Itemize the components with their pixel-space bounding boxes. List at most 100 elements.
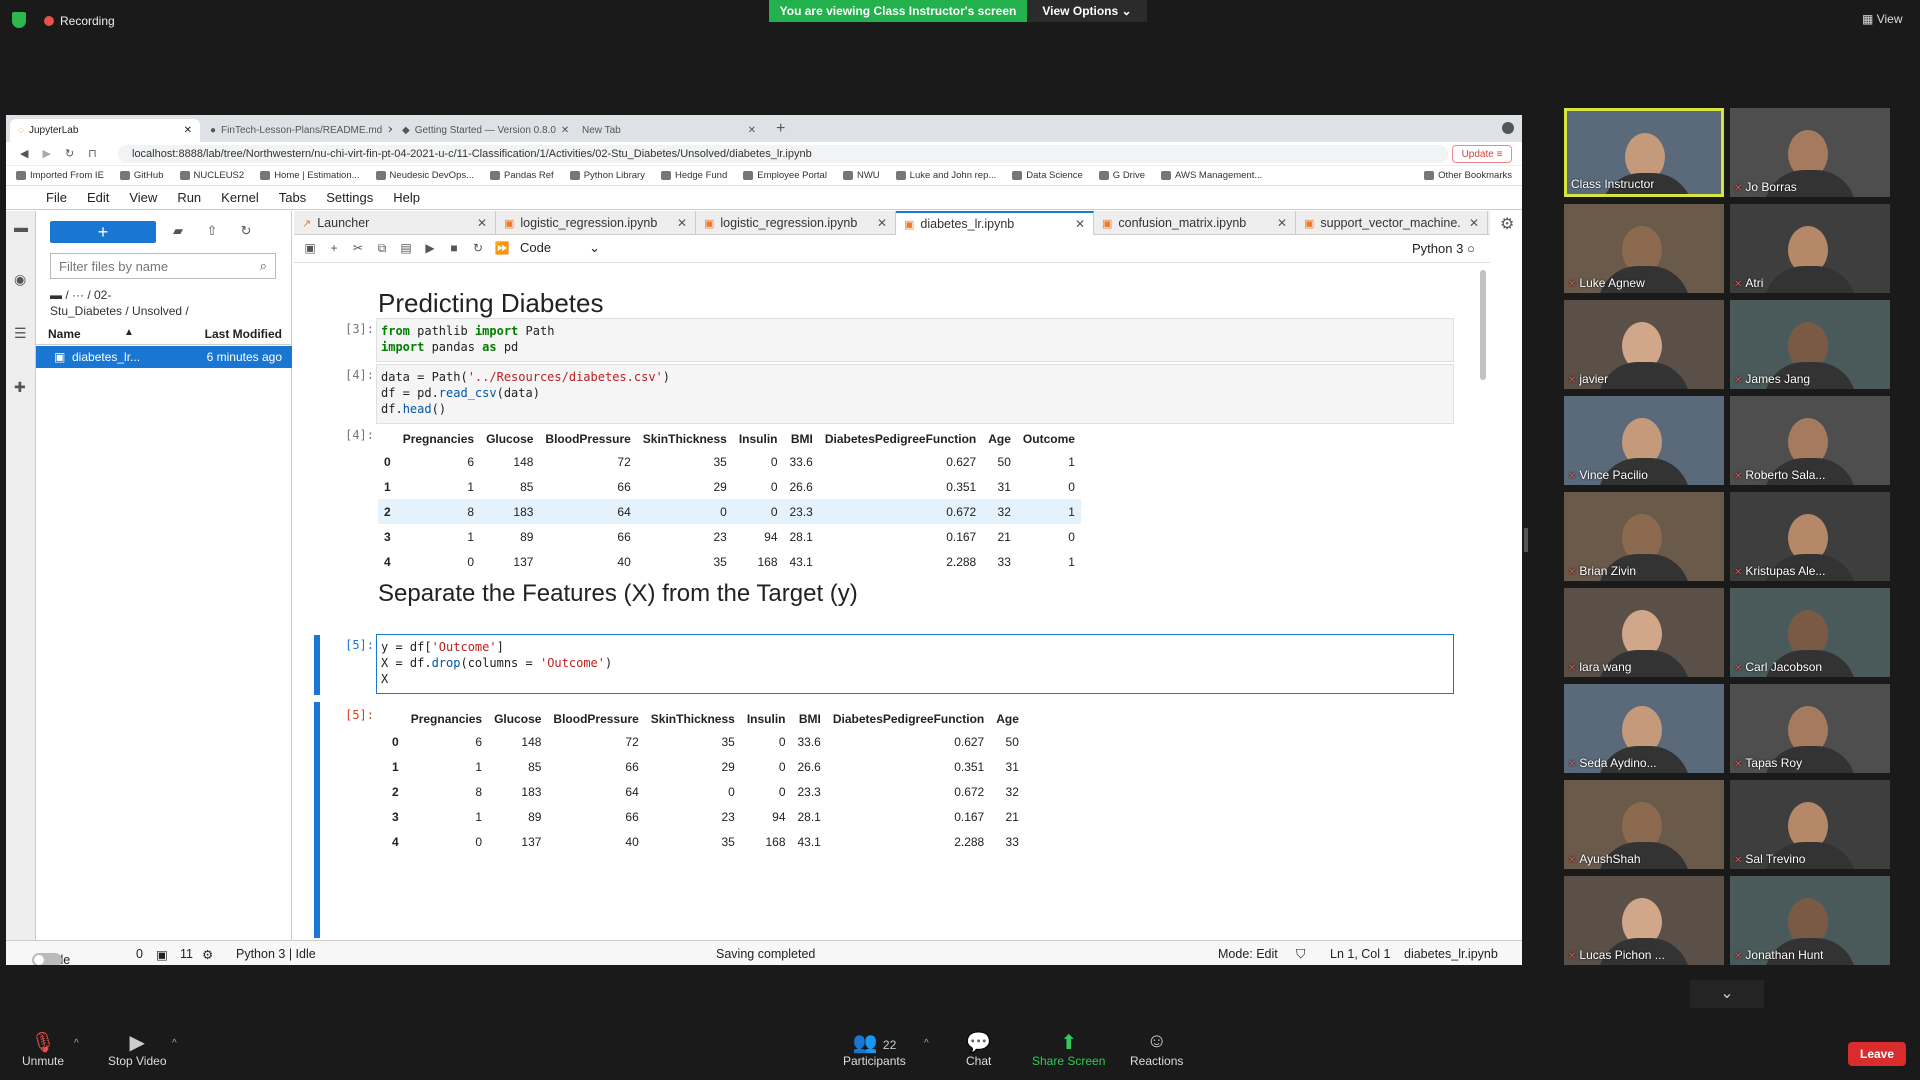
new-launcher-button[interactable]: + <box>50 221 156 243</box>
caret-up-icon[interactable]: ^ <box>924 1038 929 1049</box>
menu-edit[interactable]: Edit <box>87 190 109 205</box>
close-icon[interactable]: ✕ <box>387 125 392 136</box>
stop-icon[interactable]: ■ <box>446 241 462 257</box>
fast-forward-icon[interactable]: ⏩ <box>494 241 510 257</box>
bookmark-item[interactable]: NUCLEUS2 <box>179 170 244 181</box>
forward-icon[interactable]: ▶ <box>42 147 50 160</box>
settings-gear-icon[interactable]: ⚙ <box>1500 214 1514 234</box>
reactions-button[interactable]: ☺ Reactions <box>1130 1030 1183 1068</box>
browser-tab-new[interactable]: New Tab ✕ <box>574 119 764 142</box>
bookmark-item[interactable]: Home | Estimation... <box>260 170 360 181</box>
new-tab-plus-icon[interactable]: + <box>776 120 785 138</box>
paste-icon[interactable]: ▤ <box>398 241 414 257</box>
cut-icon[interactable]: ✂ <box>350 241 366 257</box>
close-icon[interactable]: ✕ <box>1277 216 1287 230</box>
participant-tile[interactable]: ✕ Lucas Pichon ... <box>1564 876 1724 965</box>
participant-tile[interactable]: ✕ Roberto Sala... <box>1730 396 1890 485</box>
copy-icon[interactable]: ⧉ <box>374 241 390 257</box>
bookmark-item[interactable]: AWS Management... <box>1161 170 1262 181</box>
participant-tile[interactable]: ✕ James Jang <box>1730 300 1890 389</box>
profile-icon[interactable] <box>1502 122 1514 134</box>
participant-tile[interactable]: ✕ lara wang <box>1564 588 1724 677</box>
participant-tile[interactable]: ✕ Jonathan Hunt <box>1730 876 1890 965</box>
bookmark-item[interactable]: NWU <box>842 170 880 181</box>
kernel-name[interactable]: Python 3 ○ <box>1412 241 1475 256</box>
upload-icon[interactable]: ⇧ <box>204 223 220 239</box>
notebook-tab[interactable]: ▣ confusion_matrix.ipynb ✕ <box>1094 211 1296 235</box>
toggle-switch[interactable] <box>32 953 62 965</box>
view-button[interactable]: ▦ View <box>1862 12 1902 26</box>
participant-tile[interactable]: ✕ Sal Trevino <box>1730 780 1890 869</box>
participant-tile[interactable]: ✕ javier <box>1564 300 1724 389</box>
notebook-tab[interactable]: ▣ diabetes_lr.ipynb ✕ <box>896 211 1094 235</box>
save-icon[interactable]: ▣ <box>302 241 318 257</box>
url-bar[interactable]: localhost:8888/lab/tree/Northwestern/nu-… <box>118 145 1448 163</box>
splitter-handle[interactable] <box>1524 528 1528 552</box>
menu-kernel[interactable]: Kernel <box>221 190 259 205</box>
participant-tile[interactable]: ✕ Jo Borras <box>1730 108 1890 197</box>
column-name[interactable]: Name <box>48 327 81 341</box>
menu-settings[interactable]: Settings <box>326 190 373 205</box>
menu-file[interactable]: File <box>46 190 67 205</box>
security-shield-icon[interactable] <box>12 12 26 28</box>
close-icon[interactable]: ✕ <box>477 216 487 230</box>
menu-view[interactable]: View <box>129 190 157 205</box>
bookmark-icon[interactable]: ⊓ <box>88 147 97 160</box>
close-icon[interactable]: ✕ <box>1469 216 1479 230</box>
menu-tabs[interactable]: Tabs <box>279 190 306 205</box>
bookmark-item[interactable]: Neudesic DevOps... <box>375 170 474 181</box>
participant-tile[interactable]: ✕ Seda Aydino... <box>1564 684 1724 773</box>
filter-files-input[interactable]: Filter files by name ⌕ <box>50 253 276 279</box>
chat-button[interactable]: 💬 Chat <box>966 1030 991 1068</box>
close-icon[interactable]: ✕ <box>748 125 756 136</box>
view-options-button[interactable]: View Options ⌄ <box>1027 0 1147 22</box>
caret-up-icon[interactable]: ^ <box>172 1038 177 1049</box>
unmute-button[interactable]: 🎙 Unmute <box>22 1030 64 1068</box>
cell-type-select[interactable]: Code ⌄ <box>520 240 600 255</box>
code-cell-5[interactable]: y = df['Outcome'] X = df.drop(columns = … <box>376 634 1454 694</box>
browser-tab-jupyterlab[interactable]: ◌ JupyterLab ✕ <box>10 119 200 142</box>
browser-tab-getting-started[interactable]: ◆ Getting Started — Version 0.8.0 ✕ <box>394 119 572 142</box>
code-cell-3[interactable]: from pathlib import Path import pandas a… <box>376 318 1454 362</box>
notebook-tab[interactable]: ↗ Launcher ✕ <box>294 211 496 235</box>
close-icon[interactable]: ✕ <box>184 125 192 136</box>
close-icon[interactable]: ✕ <box>561 125 569 136</box>
participant-tile[interactable]: ✕ AyushShah <box>1564 780 1724 869</box>
new-folder-icon[interactable]: ▰ <box>170 223 186 239</box>
folder-icon[interactable]: ▬ <box>14 219 30 235</box>
stop-video-button[interactable]: ▶ Stop Video <box>108 1030 167 1068</box>
participant-tile[interactable]: ✕ Brian Zivin <box>1564 492 1724 581</box>
browser-tab-github[interactable]: ● FinTech-Lesson-Plans/README.md ✕ <box>202 119 392 142</box>
close-icon[interactable]: ✕ <box>1075 217 1085 231</box>
close-icon[interactable]: ✕ <box>877 216 887 230</box>
participants-button[interactable]: 👥 22 Participants <box>843 1030 906 1068</box>
participant-tile[interactable]: Class Instructor <box>1564 108 1724 197</box>
participant-tile[interactable]: ✕ Atri <box>1730 204 1890 293</box>
bookmark-item[interactable]: Python Library <box>569 170 645 181</box>
participant-tile[interactable]: ✕ Kristupas Ale... <box>1730 492 1890 581</box>
refresh-icon[interactable]: ↻ <box>238 223 254 239</box>
bookmark-item[interactable]: Imported From IE <box>16 170 104 181</box>
cursor-position[interactable]: Ln 1, Col 1 <box>1330 947 1390 961</box>
share-screen-button[interactable]: ⬆ Share Screen <box>1032 1030 1105 1068</box>
leave-button[interactable]: Leave <box>1848 1042 1906 1066</box>
code-cell-4[interactable]: data = Path('../Resources/diabetes.csv')… <box>376 364 1454 424</box>
recording-indicator[interactable]: Recording <box>44 14 115 28</box>
kernel-status[interactable]: Python 3 | Idle <box>236 947 316 961</box>
participant-tile[interactable]: ✕ Luke Agnew <box>1564 204 1724 293</box>
participant-tile[interactable]: ✕ Vince Pacilio <box>1564 396 1724 485</box>
gallery-chevron-down-icon[interactable]: ⌄ <box>1690 980 1764 1008</box>
notebook-tab[interactable]: ▣ logistic_regression.ipynb ✕ <box>696 211 896 235</box>
other-bookmarks[interactable]: Other Bookmarks <box>1424 170 1512 181</box>
caret-up-icon[interactable]: ^ <box>74 1038 79 1049</box>
file-row-diabetes[interactable]: ▣ diabetes_lr... 6 minutes ago <box>36 346 292 368</box>
back-icon[interactable]: ◀ <box>20 147 28 160</box>
update-button[interactable]: Update ≡ <box>1452 145 1512 163</box>
bookmark-item[interactable]: G Drive <box>1098 170 1145 181</box>
reload-icon[interactable]: ↻ <box>65 147 74 160</box>
notebook-tab[interactable]: ▣ logistic_regression.ipynb ✕ <box>496 211 696 235</box>
menu-help[interactable]: Help <box>393 190 420 205</box>
notebook-scrollbar[interactable] <box>1480 270 1486 380</box>
bookmark-item[interactable]: GitHub <box>119 170 164 181</box>
notebook-tab[interactable]: ▣ support_vector_machine. ✕ <box>1296 211 1488 235</box>
